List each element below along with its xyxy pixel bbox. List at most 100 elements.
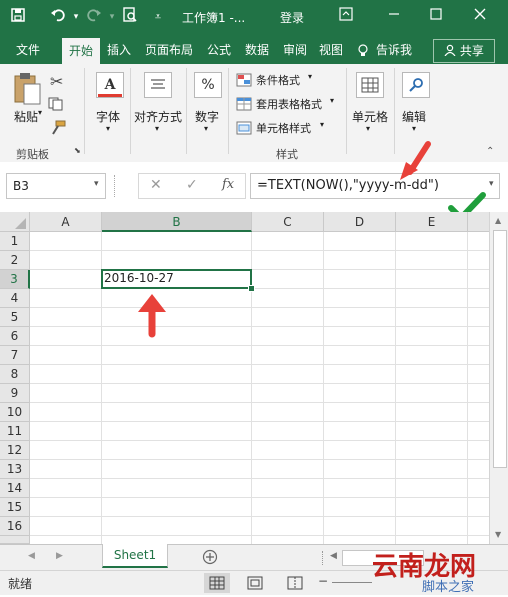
normal-view-icon[interactable] bbox=[204, 573, 230, 593]
paste-icon[interactable] bbox=[12, 72, 42, 106]
row-header-15[interactable]: 15 bbox=[0, 498, 30, 517]
zoom-out-icon[interactable]: − bbox=[318, 574, 328, 588]
tab-data[interactable]: 数据 bbox=[240, 36, 274, 64]
print-preview-icon[interactable] bbox=[120, 7, 140, 27]
collapse-ribbon-icon[interactable]: ⌃ bbox=[486, 146, 494, 157]
cell-style-button[interactable]: 单元格样式 bbox=[256, 120, 311, 136]
gridline bbox=[30, 497, 489, 498]
undo-icon[interactable] bbox=[48, 7, 68, 27]
row-header-10[interactable]: 10 bbox=[0, 403, 30, 422]
redo-icon[interactable] bbox=[84, 7, 104, 27]
row-header-12[interactable]: 12 bbox=[0, 441, 30, 460]
percent-icon[interactable]: % bbox=[194, 72, 222, 98]
editing-dropdown-icon[interactable]: ▾ bbox=[412, 124, 416, 133]
tab-page-layout[interactable]: 页面布局 bbox=[140, 36, 198, 64]
row-header-4[interactable]: 4 bbox=[0, 289, 30, 308]
row-header-16[interactable]: 16 bbox=[0, 517, 30, 536]
share-label: 共享 bbox=[459, 44, 484, 58]
alignment-button[interactable]: 对齐方式 bbox=[134, 108, 182, 125]
page-layout-view-icon[interactable] bbox=[244, 573, 266, 593]
select-all-corner[interactable] bbox=[0, 212, 30, 232]
spreadsheet-grid[interactable]: A B C D E 1 2 3 4 5 6 7 8 9 10 11 12 13 … bbox=[0, 212, 508, 544]
save-icon[interactable] bbox=[8, 7, 28, 27]
tab-file[interactable]: 文件 bbox=[8, 36, 48, 64]
paste-button[interactable]: 粘贴 bbox=[14, 108, 38, 125]
search-icon[interactable] bbox=[402, 72, 430, 98]
row-header-7[interactable]: 7 bbox=[0, 346, 30, 365]
tell-me-search[interactable]: 告诉我 bbox=[372, 36, 416, 64]
alignment-icon[interactable] bbox=[144, 72, 172, 98]
enter-check-icon[interactable]: ✓ bbox=[186, 177, 198, 193]
prev-sheet-icon[interactable]: ◀ bbox=[28, 551, 35, 561]
cells-dropdown-icon[interactable]: ▾ bbox=[366, 124, 370, 133]
conditional-format-button[interactable]: 条件格式 bbox=[256, 72, 300, 88]
tab-scroll-splitter[interactable] bbox=[322, 551, 327, 565]
alignment-dropdown-icon[interactable]: ▾ bbox=[155, 124, 159, 133]
zoom-slider[interactable] bbox=[332, 582, 372, 583]
scroll-left-icon[interactable]: ◀ bbox=[330, 551, 337, 561]
table-format-dropdown-icon[interactable]: ▾ bbox=[330, 96, 334, 105]
row-header-8[interactable]: 8 bbox=[0, 365, 30, 384]
number-dropdown-icon[interactable]: ▾ bbox=[204, 124, 208, 133]
sheet-tab-sheet1[interactable]: Sheet1 bbox=[102, 544, 168, 568]
maximize-icon[interactable] bbox=[426, 7, 446, 27]
minimize-icon[interactable] bbox=[384, 7, 404, 27]
cells-icon[interactable] bbox=[356, 72, 384, 98]
tab-formulas[interactable]: 公式 bbox=[202, 36, 236, 64]
expand-formula-icon[interactable]: ▾ bbox=[489, 179, 494, 189]
share-button[interactable]: 共享 bbox=[433, 39, 495, 63]
ribbon-display-icon[interactable] bbox=[336, 7, 356, 27]
column-header-a[interactable]: A bbox=[30, 212, 102, 232]
editing-button[interactable]: 编辑 bbox=[402, 108, 426, 125]
gridline bbox=[30, 326, 489, 327]
vertical-scrollbar[interactable]: ▲ ▼ bbox=[489, 212, 508, 544]
row-header-1[interactable]: 1 bbox=[0, 232, 30, 251]
scroll-up-icon[interactable]: ▲ bbox=[495, 216, 501, 225]
undo-dropdown-icon[interactable]: ▾ bbox=[66, 7, 86, 27]
tab-review[interactable]: 审阅 bbox=[278, 36, 312, 64]
row-header-9[interactable]: 9 bbox=[0, 384, 30, 403]
name-box[interactable]: B3 bbox=[6, 173, 106, 199]
insert-function-icon[interactable]: fx bbox=[222, 177, 234, 192]
row-header-3[interactable]: 3 bbox=[0, 270, 30, 289]
clipboard-launcher-icon[interactable]: ⬊ bbox=[74, 146, 81, 155]
number-button[interactable]: 数字 bbox=[195, 108, 219, 125]
login-link[interactable]: 登录 bbox=[280, 9, 304, 26]
cut-icon[interactable]: ✂ bbox=[50, 72, 63, 91]
copy-icon[interactable] bbox=[48, 96, 64, 111]
redo-dropdown-icon[interactable]: ▾ bbox=[102, 7, 122, 27]
formula-bar-splitter[interactable] bbox=[114, 175, 119, 197]
cell-style-dropdown-icon[interactable]: ▾ bbox=[320, 120, 324, 129]
customize-toolbar-icon[interactable]: ⩡ bbox=[148, 7, 168, 27]
scroll-down-icon[interactable]: ▼ bbox=[495, 530, 501, 539]
row-header-6[interactable]: 6 bbox=[0, 327, 30, 346]
column-header-b[interactable]: B bbox=[102, 212, 252, 232]
conditional-format-dropdown-icon[interactable]: ▾ bbox=[308, 72, 312, 81]
next-sheet-icon[interactable]: ▶ bbox=[56, 551, 63, 561]
fill-handle[interactable] bbox=[248, 285, 255, 292]
page-break-view-icon[interactable] bbox=[284, 573, 306, 593]
row-header-13[interactable]: 13 bbox=[0, 460, 30, 479]
column-header-e[interactable]: E bbox=[396, 212, 468, 232]
status-text: 就绪 bbox=[8, 577, 33, 591]
row-header-2[interactable]: 2 bbox=[0, 251, 30, 270]
format-painter-icon[interactable] bbox=[50, 120, 66, 136]
cells-button[interactable]: 单元格 bbox=[352, 108, 388, 125]
table-format-button[interactable]: 套用表格格式 bbox=[256, 96, 322, 112]
close-icon[interactable] bbox=[470, 7, 490, 27]
row-header-11[interactable]: 11 bbox=[0, 422, 30, 441]
tab-home[interactable]: 开始 bbox=[62, 38, 100, 64]
cancel-icon[interactable]: ✕ bbox=[150, 177, 162, 193]
tab-view[interactable]: 视图 bbox=[314, 36, 348, 64]
vertical-scroll-thumb[interactable] bbox=[493, 230, 507, 468]
row-header-14[interactable]: 14 bbox=[0, 479, 30, 498]
paste-dropdown-icon[interactable]: ▾ bbox=[38, 108, 42, 117]
plus-circle-icon[interactable] bbox=[202, 549, 218, 565]
font-dropdown-icon[interactable]: ▾ bbox=[106, 124, 110, 133]
tab-insert[interactable]: 插入 bbox=[102, 36, 136, 64]
name-box-dropdown-icon[interactable]: ▾ bbox=[94, 179, 99, 189]
row-header-5[interactable]: 5 bbox=[0, 308, 30, 327]
font-button[interactable]: 字体 bbox=[96, 108, 120, 125]
column-header-c[interactable]: C bbox=[252, 212, 324, 232]
column-header-d[interactable]: D bbox=[324, 212, 396, 232]
